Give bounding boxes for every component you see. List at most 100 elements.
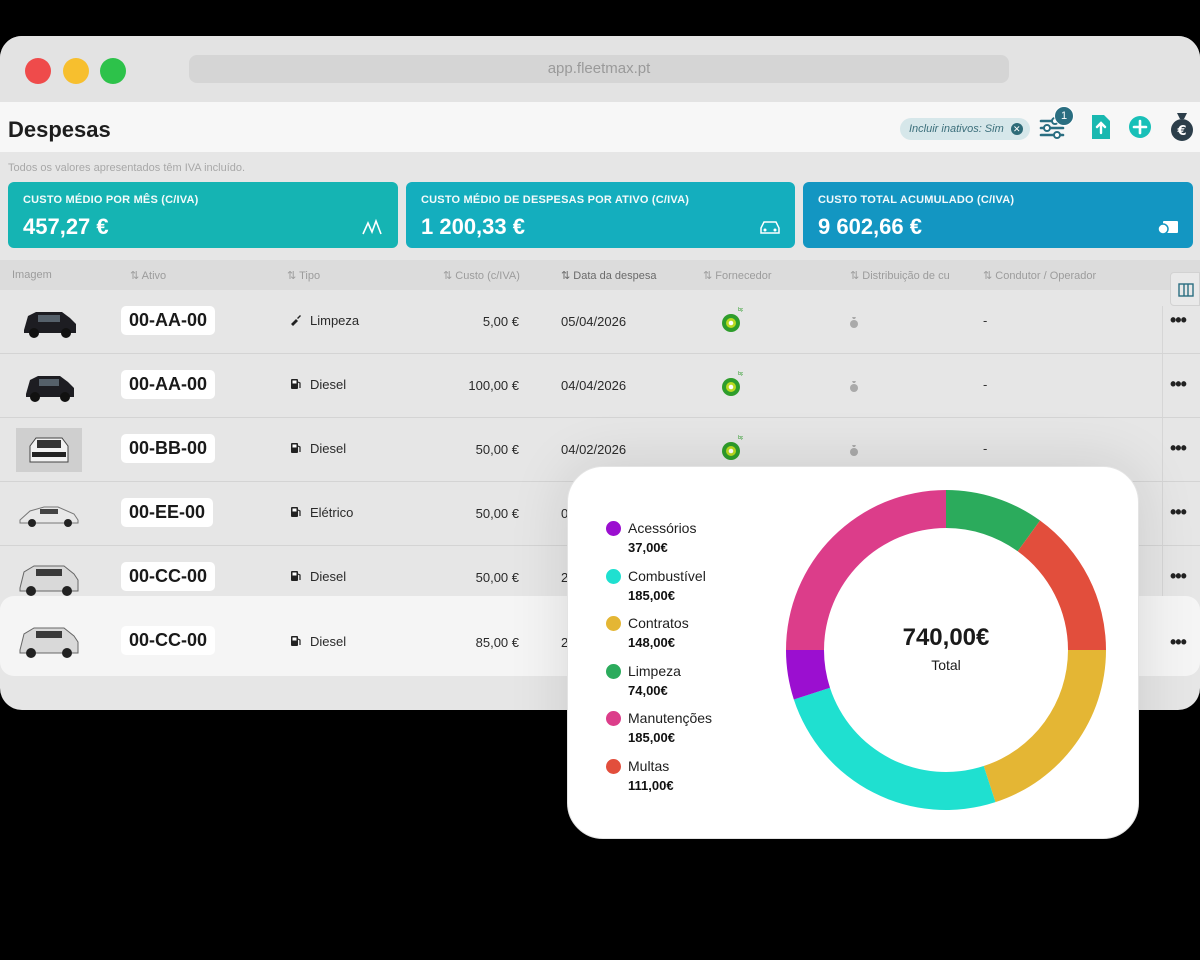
upload-file-icon[interactable]	[1087, 113, 1115, 141]
asset-plate[interactable]: 00-EE-00	[121, 498, 214, 527]
vehicle-thumbnail	[16, 428, 82, 472]
legend-swatch	[606, 521, 621, 536]
legend-swatch	[606, 758, 621, 774]
vehicle-thumbnail	[19, 506, 79, 527]
expense-cost: 5,00 €	[482, 314, 519, 329]
column-header-fornecedor[interactable]: ⇅ Fornecedor	[703, 269, 772, 282]
legend-value: 74,00€	[628, 682, 668, 698]
expense-type: Diesel	[290, 441, 346, 456]
chart-total-caption: Total	[931, 657, 961, 673]
card-avg-month: CUSTO MÉDIO POR MÊS (C/IVA) 457,27 €	[8, 182, 398, 248]
car-icon	[760, 221, 780, 234]
row-actions-button[interactable]: •••	[1170, 566, 1187, 587]
remove-filter-icon[interactable]: ✕	[1010, 123, 1023, 135]
expense-cost: 100,00 €	[468, 378, 519, 393]
vat-note: Todos os valores apresentados têm IVA in…	[8, 162, 246, 174]
driver-name: -	[983, 377, 988, 392]
money-bag-icon[interactable]: €	[1167, 110, 1197, 142]
fuel-pump-icon	[291, 571, 301, 581]
driver-name: -	[983, 313, 988, 328]
legend-swatch	[606, 663, 621, 679]
filter-chip-label: Incluir inativos: Sim	[909, 123, 1004, 135]
filter-chip-inactive[interactable]: Incluir inativos: Sim ✕	[900, 118, 1030, 140]
column-header-imagem: Imagem	[12, 269, 52, 281]
driver-name: -	[983, 441, 988, 456]
money-bag-icon[interactable]	[848, 444, 860, 456]
minimize-window-button[interactable]	[63, 58, 89, 84]
legend-value: 111,00€	[628, 777, 674, 793]
vehicle-thumbnail	[19, 565, 79, 596]
vehicle-thumbnail	[26, 376, 74, 402]
column-header-condutor[interactable]: ⇅ Condutor / Operador	[983, 269, 1096, 282]
cleaning-icon	[291, 315, 301, 326]
row-actions-button[interactable]: •••	[1170, 310, 1187, 331]
asset-plate[interactable]: 00-CC-00	[121, 562, 216, 591]
fuel-pump-icon	[291, 443, 301, 453]
table-row[interactable]: 00-AA-00 Diesel 100,00 € 04/04/2026 bp -…	[0, 354, 1200, 418]
card-total: CUSTO TOTAL ACUMULADO (C/IVA) 9 602,66 €	[803, 182, 1193, 248]
legend-value: 185,00€	[628, 730, 675, 745]
expense-type: Limpeza	[290, 313, 359, 328]
card-avg-asset: CUSTO MÉDIO DE DESPESAS POR ATIVO (C/IVA…	[406, 182, 795, 248]
fuel-pump-icon	[291, 636, 301, 646]
legend-value: 37,00€	[628, 540, 668, 555]
page-title: Despesas	[8, 117, 111, 142]
money-bag-icon[interactable]	[848, 316, 860, 328]
add-icon[interactable]	[1126, 113, 1154, 141]
chart-total-value: 740,00€	[902, 624, 990, 651]
column-header-distribuicao[interactable]: ⇅ Distribuição de cu	[850, 269, 952, 282]
money-stack-icon	[1157, 221, 1178, 235]
legend-label: Multas	[628, 757, 670, 774]
table-header: Imagem ⇅ Ativo ⇅ Tipo ⇅ Custo (c/IVA) ⇅ …	[0, 260, 1200, 290]
column-header-custo[interactable]: ⇅ Custo (c/IVA)	[443, 269, 520, 282]
expense-type: Diesel	[290, 634, 346, 649]
card-value: 457,27 €	[23, 214, 109, 239]
fuel-pump-icon	[291, 379, 301, 389]
legend-label: Manutenções	[628, 710, 713, 726]
legend-label: Combustível	[628, 567, 706, 584]
row-actions-button[interactable]: •••	[1170, 632, 1187, 653]
close-window-button[interactable]	[25, 58, 51, 84]
asset-plate[interactable]: 00-CC-00	[121, 626, 216, 655]
legend-value: 185,00€	[628, 587, 675, 603]
expense-date: 04/02/2026	[561, 442, 627, 457]
row-actions-button[interactable]: •••	[1170, 438, 1187, 459]
column-header-tipo[interactable]: ⇅ Tipo	[287, 269, 320, 282]
bp-logo: bp	[722, 307, 743, 332]
row-actions-button[interactable]: •••	[1170, 374, 1187, 395]
svg-text:bp: bp	[738, 435, 743, 441]
svg-text:€: €	[1176, 124, 1186, 139]
asset-plate[interactable]: 00-AA-00	[121, 306, 216, 335]
legend-value: 148,00€	[628, 635, 675, 650]
donut-slice-combustível[interactable]	[793, 687, 996, 810]
money-bag-icon[interactable]	[848, 380, 860, 392]
legend-label: Acessórios	[628, 520, 697, 536]
row-actions-button[interactable]: •••	[1170, 502, 1187, 523]
legend-label: Limpeza	[628, 662, 681, 679]
bp-logo: bp	[722, 435, 743, 460]
column-header-data[interactable]: ⇅ Data da despesa	[561, 269, 656, 282]
expense-type: Diesel	[290, 569, 346, 584]
card-label: CUSTO MÉDIO DE DESPESAS POR ATIVO (C/IVA…	[421, 194, 690, 206]
maximize-window-button[interactable]	[100, 58, 126, 84]
legend-swatch	[606, 711, 621, 726]
address-bar[interactable]: app.fleetmax.pt	[189, 55, 1009, 83]
column-header-ativo[interactable]: ⇅ Ativo	[130, 269, 166, 282]
browser-titlebar: app.fleetmax.pt	[0, 36, 1200, 102]
expense-type: Diesel	[290, 377, 346, 392]
card-value: 9 602,66 €	[818, 214, 922, 239]
expense-cost: 85,00 €	[475, 635, 519, 650]
expense-cost: 50,00 €	[475, 442, 519, 457]
asset-plate[interactable]: 00-BB-00	[121, 434, 216, 463]
expense-date: 04/04/2026	[561, 378, 627, 393]
expense-date: 05/04/2026	[561, 314, 627, 329]
card-label: CUSTO TOTAL ACUMULADO (C/IVA)	[818, 194, 1015, 206]
svg-text:bp: bp	[738, 371, 743, 377]
table-row[interactable]: 00-AA-00 Limpeza 5,00 € 05/04/2026 bp - …	[0, 290, 1200, 354]
van-image	[29, 437, 69, 463]
asset-plate[interactable]: 00-AA-00	[121, 370, 216, 399]
legend-swatch	[606, 616, 621, 631]
filter-count-badge: 1	[1054, 106, 1074, 126]
expense-cost: 50,00 €	[475, 570, 519, 585]
svg-text:bp: bp	[738, 307, 743, 313]
